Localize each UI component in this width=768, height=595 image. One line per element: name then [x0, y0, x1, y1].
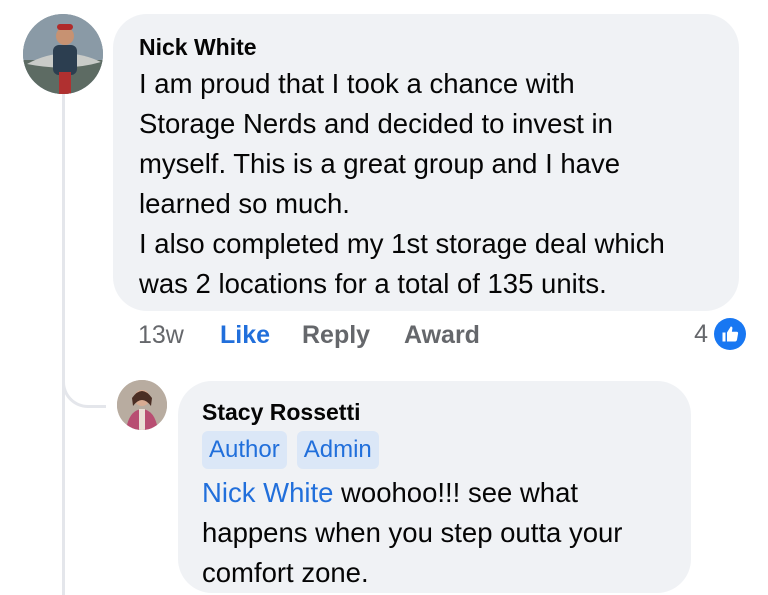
- reply-avatar[interactable]: [117, 380, 167, 430]
- mention-link[interactable]: Nick White: [202, 477, 333, 508]
- author-badge[interactable]: Author: [202, 431, 287, 469]
- reply-text: Nick White woohoo!!! see what happens wh…: [202, 473, 667, 593]
- profile-photo: [117, 380, 167, 430]
- award-button[interactable]: Award: [404, 321, 480, 350]
- thread-line: [62, 92, 65, 595]
- comment-text: I am proud that I took a chance with Sto…: [139, 68, 665, 299]
- thumbs-up-icon: [714, 318, 746, 350]
- comment-author[interactable]: Nick White: [139, 32, 713, 62]
- profile-photo: [23, 14, 103, 94]
- comment-timestamp[interactable]: 13w: [138, 321, 184, 350]
- reaction-summary[interactable]: 4: [694, 318, 746, 350]
- reply-bubble: Stacy Rossetti Author Admin Nick White w…: [178, 381, 691, 593]
- avatar[interactable]: [23, 14, 103, 94]
- comment-actions: 13w Like Reply Award 4: [138, 318, 748, 354]
- reply-author[interactable]: Stacy Rossetti: [202, 397, 667, 427]
- reaction-count: 4: [694, 319, 708, 348]
- author-badges: Author Admin: [202, 431, 667, 469]
- admin-badge[interactable]: Admin: [296, 431, 379, 469]
- like-button[interactable]: Like: [220, 321, 270, 350]
- comment-bubble: Nick White I am proud that I took a chan…: [113, 14, 739, 311]
- reply-connector: [62, 350, 106, 408]
- reply-button[interactable]: Reply: [302, 321, 370, 350]
